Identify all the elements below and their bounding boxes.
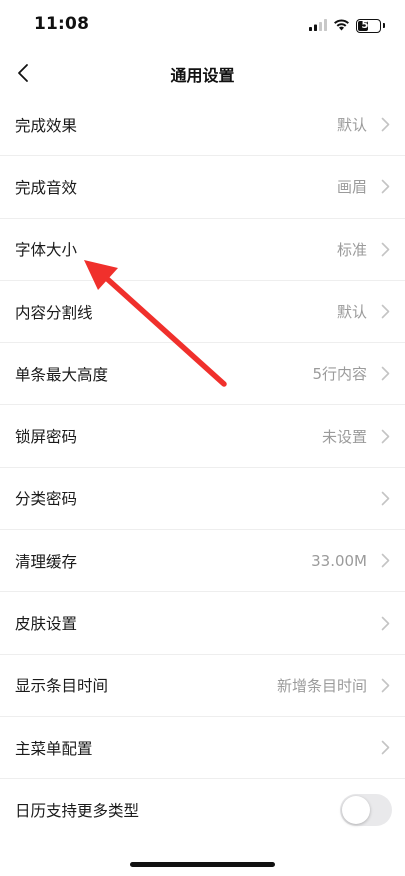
settings-row-value: 默认 (336, 116, 367, 135)
settings-row-label: 锁屏密码 (15, 428, 78, 447)
battery-level: 53 (361, 19, 376, 31)
status-bar: 11:08 53 (0, 0, 405, 52)
settings-row[interactable]: 锁屏密码 未设置 (0, 405, 405, 468)
settings-list: 完成效果 默认 完成音效 画眉 字体大小 标准 内容分割线 默认 单条最大高度 5行内容 锁屏密码未… (0, 94, 405, 842)
settings-row-value: 画眉 (336, 178, 367, 197)
settings-row-label: 清理缓存 (15, 552, 78, 571)
settings-row[interactable]: 皮肤设置 (0, 592, 405, 655)
settings-row-label: 主菜单配置 (15, 739, 93, 758)
home-indicator[interactable] (130, 862, 275, 867)
settings-row[interactable]: 主菜单配置 (0, 717, 405, 780)
settings-row-label: 完成效果 (15, 116, 78, 135)
settings-row[interactable]: 字体大小 标准 (0, 219, 405, 281)
settings-row-label: 完成音效 (15, 178, 78, 197)
battery-cap (383, 23, 385, 28)
settings-row[interactable]: 显示条目时间 新增条目时间 (0, 655, 405, 717)
settings-row-label: 显示条目时间 (15, 677, 109, 696)
settings-row[interactable]: 日历支持更多类型 (0, 779, 405, 841)
battery-icon: 53 (356, 18, 381, 33)
settings-row-label: 分类密码 (15, 490, 78, 509)
settings-row-value: 标准 (336, 240, 367, 259)
settings-row[interactable]: 清理缓存 33.00M (0, 530, 405, 593)
chevron-right-icon (379, 241, 391, 257)
wifi-icon (333, 16, 350, 35)
chevron-right-icon (379, 366, 391, 382)
chevron-right-icon (379, 304, 391, 320)
settings-row-label: 内容分割线 (15, 303, 93, 322)
settings-row-label: 单条最大高度 (15, 365, 109, 384)
cellular-signal-icon (309, 16, 327, 35)
settings-row-label: 字体大小 (15, 241, 78, 260)
settings-row-value: 新增条目时间 (276, 676, 367, 695)
toggle-knob (342, 796, 370, 825)
chevron-right-icon (379, 428, 391, 444)
status-icons: 53 (309, 16, 385, 35)
chevron-right-icon (379, 553, 391, 569)
chevron-right-icon (379, 490, 391, 506)
settings-row-value: 默认 (336, 303, 367, 322)
chevron-right-icon (379, 740, 391, 756)
calendar-types-toggle[interactable] (340, 794, 392, 827)
chevron-right-icon (379, 677, 391, 693)
settings-row[interactable]: 完成效果 默认 (0, 94, 405, 157)
settings-row[interactable]: 分类密码 (0, 468, 405, 531)
settings-row-value: 未设置 (321, 427, 367, 446)
chevron-right-icon (379, 615, 391, 631)
settings-row-value: 33.00M (311, 551, 367, 570)
chevron-right-icon (379, 179, 391, 195)
settings-row[interactable]: 内容分割线 默认 (0, 281, 405, 344)
page-title: 通用设置 (170, 66, 235, 85)
settings-row-label: 皮肤设置 (15, 615, 78, 634)
settings-row[interactable]: 完成音效 画眉 (0, 156, 405, 219)
nav-bar: 通用设置 (0, 52, 405, 94)
settings-row-value: 5行内容 (312, 365, 367, 384)
chevron-right-icon (379, 117, 391, 133)
status-time: 11:08 (34, 14, 90, 34)
settings-row-label: 日历支持更多类型 (15, 802, 140, 821)
settings-row[interactable]: 单条最大高度 5行内容 (0, 343, 405, 406)
